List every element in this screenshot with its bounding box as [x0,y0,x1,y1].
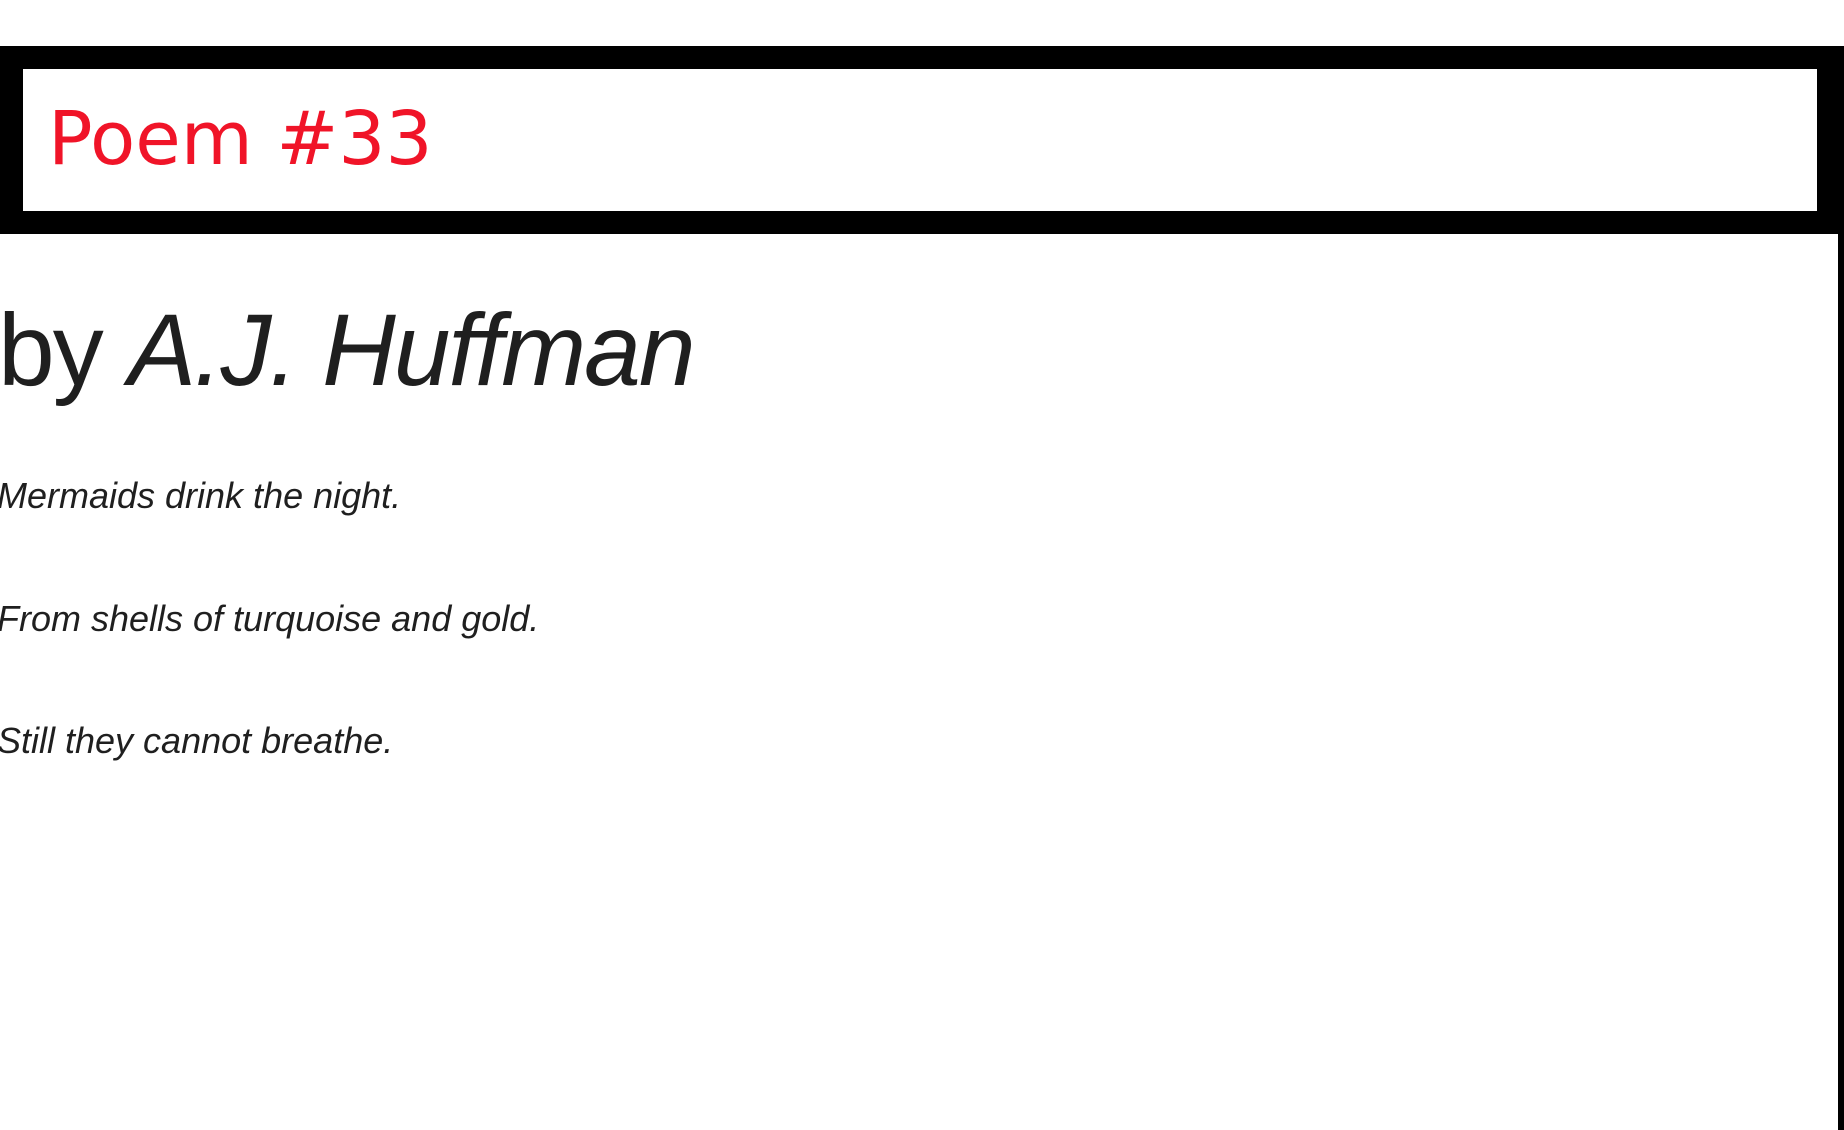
right-edge-divider [1838,46,1844,1130]
poem-line: Still they cannot breathe. [0,720,394,761]
author-byline: by A.J. Huffman [0,290,696,410]
author-name: A.J. Huffman [128,293,696,407]
page-title: Poem #33 [48,96,433,182]
poem-line: Mermaids drink the night. [0,475,402,516]
title-banner: Poem #33 [0,46,1840,234]
poem-page: Poem #33 by A.J. Huffman Mermaids drink … [0,0,1844,1130]
poem-line: From shells of turquoise and gold. [0,598,540,639]
byline-prefix: by [0,293,104,407]
